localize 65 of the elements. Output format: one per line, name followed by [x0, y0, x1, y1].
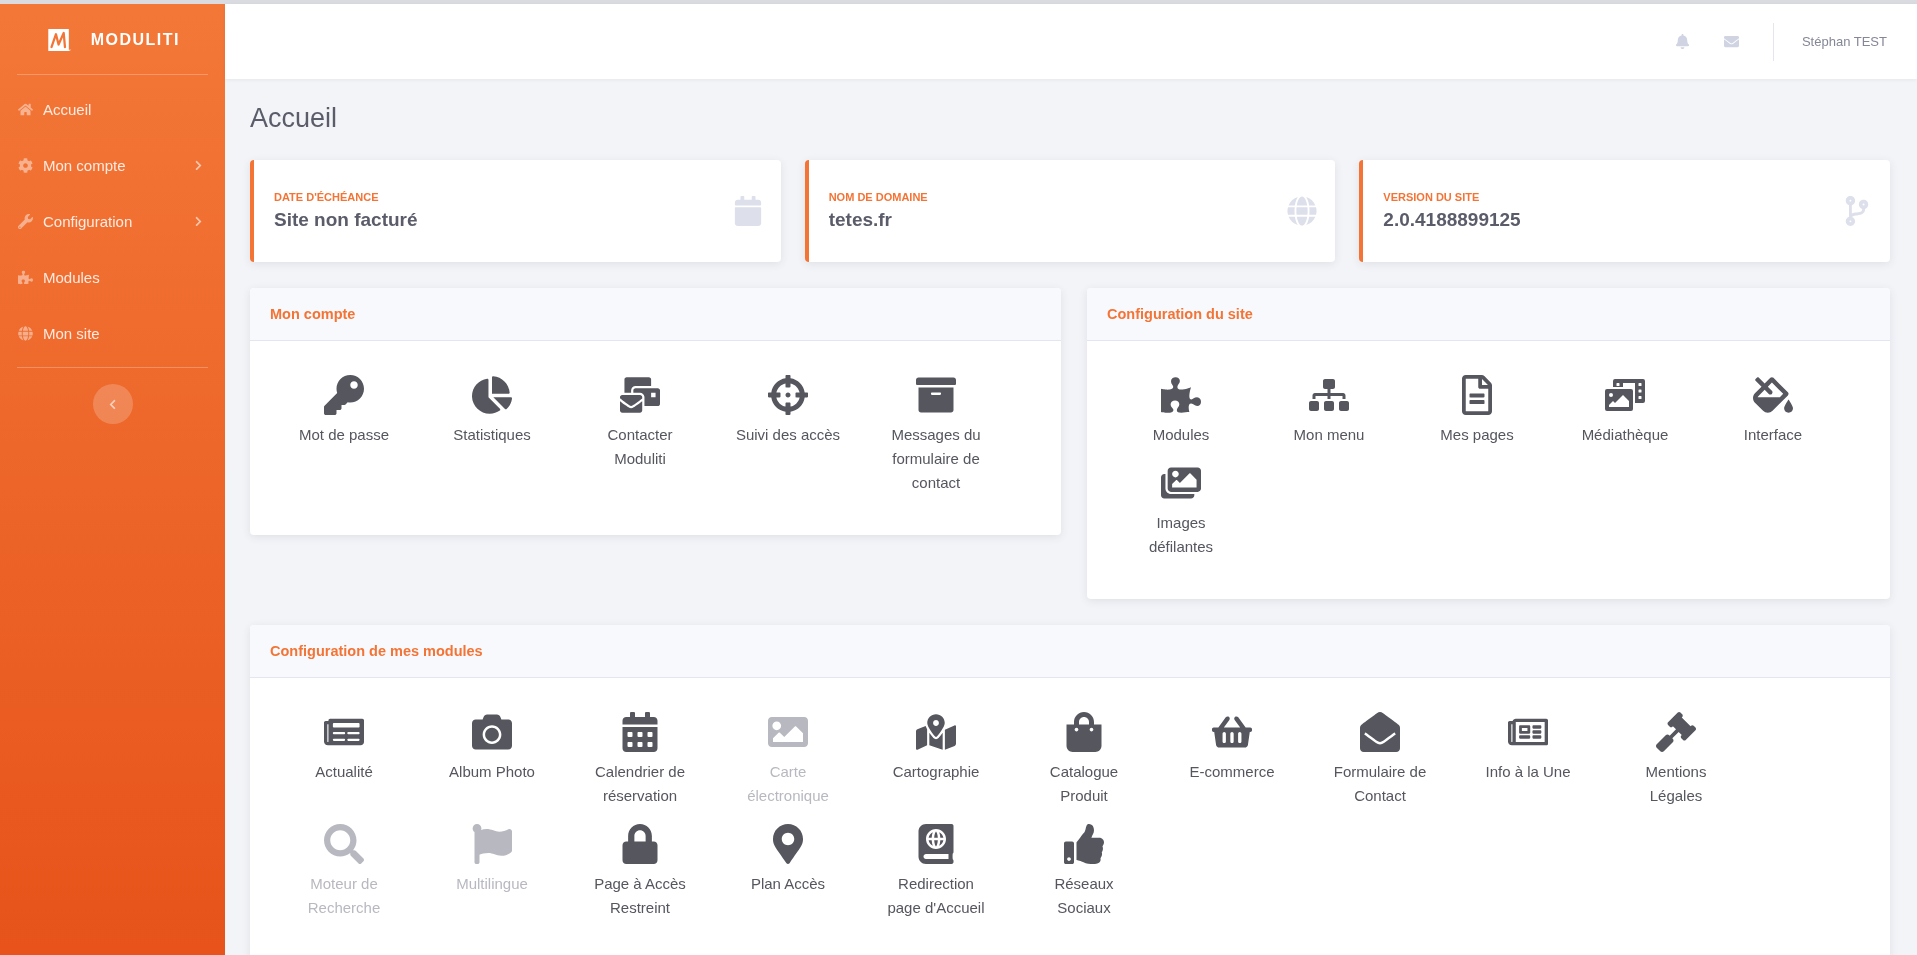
- pie-chart-icon: [472, 375, 512, 415]
- shortcut-link[interactable]: Réseaux Sociaux: [1010, 824, 1158, 920]
- card-value: 2.0.4188899125: [1383, 209, 1521, 231]
- globe-icon: [1287, 196, 1318, 226]
- shortcut-link[interactable]: Album Photo: [418, 712, 566, 808]
- shortcut-link[interactable]: Images défilantes: [1107, 463, 1255, 559]
- panel-title: Configuration du site: [1107, 306, 1253, 322]
- key-icon: [324, 375, 364, 415]
- card-label: DATE D'ÉCHÉANCE: [274, 191, 380, 203]
- shortcut-link[interactable]: E-commerce: [1158, 712, 1306, 808]
- gavel-icon: [1656, 712, 1696, 752]
- shortcut-link[interactable]: Redirection page d'Accueil: [862, 824, 1010, 920]
- chevron-icon: [107, 398, 118, 410]
- thumbs-up-icon: [1064, 824, 1104, 864]
- shortcut-link[interactable]: Actualité: [270, 712, 418, 808]
- envelope-icon[interactable]: [1723, 34, 1739, 49]
- puzzle-icon: [18, 269, 33, 285]
- globe-icon: [18, 325, 33, 341]
- shortcut-link[interactable]: Interface: [1699, 375, 1847, 447]
- panel-title: Mon compte: [270, 306, 356, 322]
- shortcut-link[interactable]: Mon menu: [1255, 375, 1403, 447]
- shopping-bag-icon: [1064, 712, 1104, 752]
- shortcut-link[interactable]: Suivi des accès: [714, 375, 862, 495]
- bell-icon[interactable]: [1674, 34, 1690, 49]
- shortcut-link[interactable]: Formulaire de Contact: [1306, 712, 1454, 808]
- card-value: Site non facturé: [274, 209, 418, 231]
- shortcut-link[interactable]: Modules: [1107, 375, 1255, 447]
- envelopes-icon: [620, 375, 660, 415]
- collapse-button[interactable]: [92, 384, 133, 424]
- flag-icon: [472, 824, 512, 864]
- puzzle-icon: [1161, 375, 1201, 415]
- lock-icon: [620, 824, 660, 864]
- brand-name: MODULITI: [90, 31, 180, 49]
- search-icon: [324, 824, 364, 864]
- calendar-icon: [620, 712, 660, 752]
- home-icon: [18, 101, 33, 117]
- camera-icon: [472, 712, 512, 752]
- book-icon: [916, 824, 956, 864]
- target-icon: [768, 375, 808, 415]
- card-label: NOM DE DOMAINE: [828, 191, 928, 203]
- paint-bucket-icon: [1753, 375, 1793, 415]
- gear-icon: [18, 157, 33, 173]
- shortcut-link[interactable]: Plan Accès: [714, 824, 862, 920]
- shortcut-link[interactable]: Cartographie: [862, 712, 1010, 808]
- card-value: tetes.fr: [828, 209, 893, 231]
- shortcut-link[interactable]: Statistiques: [418, 375, 566, 495]
- shortcut-link[interactable]: Mes pages: [1403, 375, 1551, 447]
- page-title: Accueil: [250, 103, 339, 134]
- shortcut-link[interactable]: Messages du formulaire de contact: [862, 375, 1010, 495]
- shortcut-link[interactable]: Calendrier de réservation: [566, 712, 714, 808]
- wrench-icon: [18, 213, 33, 229]
- archive-icon: [916, 375, 956, 415]
- shortcut-link[interactable]: Catalogue Produit: [1010, 712, 1158, 808]
- envelope-icon: [1360, 712, 1400, 752]
- shortcut-link[interactable]: Médiathèque: [1551, 375, 1699, 447]
- panel-title: Configuration de mes modules: [270, 643, 483, 659]
- shortcut-link[interactable]: Info à la Une: [1454, 712, 1602, 808]
- shortcut-link[interactable]: Mot de passe: [270, 375, 418, 495]
- shortcut-link[interactable]: Contacter Moduliti: [566, 375, 714, 495]
- shortcut-link[interactable]: Page à Accès Restreint: [566, 824, 714, 920]
- card-label: VERSION DU SITE: [1383, 191, 1481, 203]
- map-icon: [916, 712, 956, 752]
- shortcut-link[interactable]: Mentions Légales: [1602, 712, 1750, 808]
- calendar-icon: [732, 196, 763, 226]
- user-name[interactable]: Stéphan TEST: [1801, 34, 1887, 49]
